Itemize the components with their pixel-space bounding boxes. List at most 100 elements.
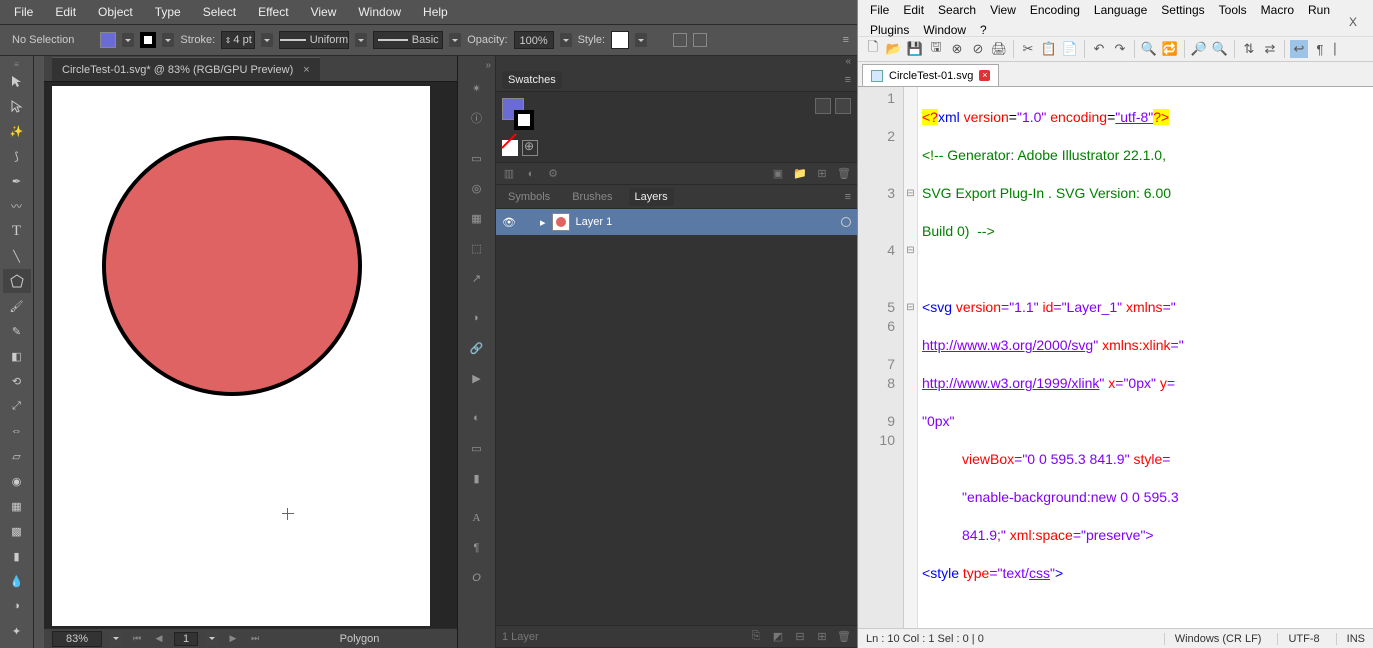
free-transform-tool[interactable]: ▱ xyxy=(3,444,31,468)
close-all-icon[interactable]: ⊘ xyxy=(969,40,987,58)
visibility-icon[interactable]: 👁 xyxy=(502,216,516,229)
document-tab[interactable]: CircleTest-01.svg* @ 83% (RGB/GPU Previe… xyxy=(52,57,320,81)
symbols-tab[interactable]: Symbols xyxy=(502,188,556,206)
swatches-body[interactable] xyxy=(496,92,857,162)
print-icon[interactable]: 🖨 xyxy=(990,40,1008,58)
paste-icon[interactable]: 📄 xyxy=(1061,40,1079,58)
panel-menu-icon[interactable]: ≡ xyxy=(845,191,851,203)
symbol-sprayer-tool[interactable]: ✦ xyxy=(3,619,31,643)
file-tab[interactable]: CircleTest-01.svg × xyxy=(862,64,999,86)
open-file-icon[interactable]: 📂 xyxy=(885,40,903,58)
close-tab-icon[interactable]: × xyxy=(303,64,309,76)
artboards-icon[interactable]: ⬚ xyxy=(462,234,492,262)
blend-tool[interactable]: ◑ xyxy=(3,594,31,618)
align-icon[interactable] xyxy=(673,33,687,47)
swatch-libraries-icon[interactable]: ▥ xyxy=(502,167,516,181)
paintbrush-tool[interactable]: 🖌 xyxy=(3,294,31,318)
width-tool[interactable]: ⇔ xyxy=(3,419,31,443)
eraser-tool[interactable]: ◧ xyxy=(3,344,31,368)
menu-language[interactable]: Language xyxy=(1088,2,1153,18)
menu-view[interactable]: View xyxy=(301,3,347,21)
new-swatch-icon[interactable]: ⊞ xyxy=(815,167,829,181)
graphic-style[interactable] xyxy=(611,31,629,49)
first-artboard-icon[interactable]: ⏮ xyxy=(130,632,144,646)
next-artboard-icon[interactable]: ▶ xyxy=(226,632,240,646)
zoom-out-icon[interactable]: 🔍 xyxy=(1211,40,1229,58)
paragraph-icon[interactable]: ¶ xyxy=(462,534,492,562)
none-swatch[interactable] xyxy=(502,140,518,156)
sync-h-icon[interactable]: ⇄ xyxy=(1261,40,1279,58)
menu-effect[interactable]: Effect xyxy=(248,3,298,21)
menu-edit[interactable]: Edit xyxy=(897,2,930,18)
stroke-profile-dropdown[interactable] xyxy=(355,33,367,47)
wordwrap-icon[interactable]: ↩ xyxy=(1290,40,1308,58)
menu-help[interactable]: ? xyxy=(974,22,993,38)
asset-export-icon[interactable]: ↗ xyxy=(462,264,492,292)
menu-object[interactable]: Object xyxy=(88,3,143,21)
mesh-tool[interactable]: ▩ xyxy=(3,519,31,543)
code-editor[interactable]: 1 2 3 4 56 78 910 ⊟⊟⊟ <?xml version="1.0… xyxy=(858,86,1373,628)
align-icon[interactable] xyxy=(693,33,707,47)
pathfinder-icon[interactable]: ◎ xyxy=(462,174,492,202)
menu-settings[interactable]: Settings xyxy=(1155,2,1210,18)
window-close-icon[interactable]: X xyxy=(1343,14,1363,30)
character-icon[interactable]: A xyxy=(462,504,492,532)
menu-type[interactable]: Type xyxy=(145,3,191,21)
shape-tool[interactable] xyxy=(3,269,31,293)
stroke-panel-icon[interactable]: ▭ xyxy=(462,434,492,462)
properties-icon[interactable]: ✴ xyxy=(462,74,492,102)
panel-menu-icon[interactable]: ≡ xyxy=(843,34,849,46)
scale-tool[interactable]: ⤢ xyxy=(3,394,31,418)
opacity-dropdown[interactable] xyxy=(560,33,572,47)
menu-search[interactable]: Search xyxy=(932,2,982,18)
new-swatch-folder-icon[interactable]: 📁 xyxy=(793,167,807,181)
zoom-dropdown[interactable] xyxy=(110,632,122,646)
save-icon[interactable]: 💾 xyxy=(906,40,924,58)
menu-file[interactable]: File xyxy=(4,3,43,21)
fold-column[interactable]: ⊟⊟⊟ xyxy=(904,87,918,628)
delete-swatch-icon[interactable]: 🗑 xyxy=(837,167,851,181)
menu-encoding[interactable]: Encoding xyxy=(1024,2,1086,18)
style-dropdown[interactable] xyxy=(635,33,647,47)
stroke-profile[interactable]: Uniform xyxy=(279,31,349,49)
all-chars-icon[interactable]: ¶ xyxy=(1311,40,1329,58)
copy-icon[interactable]: 📋 xyxy=(1040,40,1058,58)
close-tab-icon[interactable]: × xyxy=(979,70,990,81)
curvature-tool[interactable]: 〰 xyxy=(3,194,31,218)
menu-macro[interactable]: Macro xyxy=(1255,2,1300,18)
fill-swatch[interactable] xyxy=(100,32,116,48)
menu-window[interactable]: Window xyxy=(917,22,972,38)
menu-run[interactable]: Run xyxy=(1302,2,1336,18)
zoom-input[interactable]: 83% xyxy=(52,631,102,647)
gradient-panel-icon[interactable]: ▮ xyxy=(462,464,492,492)
prev-artboard-icon[interactable]: ◀ xyxy=(152,632,166,646)
grid-view-icon[interactable] xyxy=(835,98,851,114)
redo-icon[interactable]: ↷ xyxy=(1111,40,1129,58)
artboard-number[interactable]: 1 xyxy=(174,632,198,646)
menu-file[interactable]: File xyxy=(864,2,895,18)
canvas[interactable] xyxy=(44,82,457,628)
swatch-kind-icon[interactable]: ◐ xyxy=(524,167,538,181)
align-panel-icon[interactable]: ▭ xyxy=(462,144,492,172)
layers-tab[interactable]: Layers xyxy=(629,188,674,206)
sync-v-icon[interactable]: ⇅ xyxy=(1240,40,1258,58)
make-clipping-mask-icon[interactable]: ◩ xyxy=(771,630,785,644)
info-icon[interactable]: ⓘ xyxy=(462,104,492,132)
stroke-proxy[interactable] xyxy=(514,110,534,130)
new-color-group-icon[interactable]: ▣ xyxy=(771,167,785,181)
panel-menu-icon[interactable]: ≡ xyxy=(845,74,851,86)
new-sublayer-icon[interactable]: ⊟ xyxy=(793,630,807,644)
undo-icon[interactable]: ↶ xyxy=(1090,40,1108,58)
layer-row[interactable]: 👁 ▸ Layer 1 xyxy=(496,209,857,235)
selection-tool[interactable] xyxy=(3,69,31,93)
direct-selection-tool[interactable] xyxy=(3,94,31,118)
new-layer-icon[interactable]: ⊞ xyxy=(815,630,829,644)
save-all-icon[interactable]: 🖫 xyxy=(927,40,945,58)
swatches-tab[interactable]: Swatches xyxy=(502,71,562,89)
menu-select[interactable]: Select xyxy=(193,3,246,21)
appearance-icon[interactable]: ◗ xyxy=(462,304,492,332)
type-tool[interactable]: T xyxy=(3,219,31,243)
shape-builder-tool[interactable]: ◉ xyxy=(3,469,31,493)
close-icon[interactable]: ⊗ xyxy=(948,40,966,58)
swatch-options-icon[interactable]: ⚙ xyxy=(546,167,560,181)
